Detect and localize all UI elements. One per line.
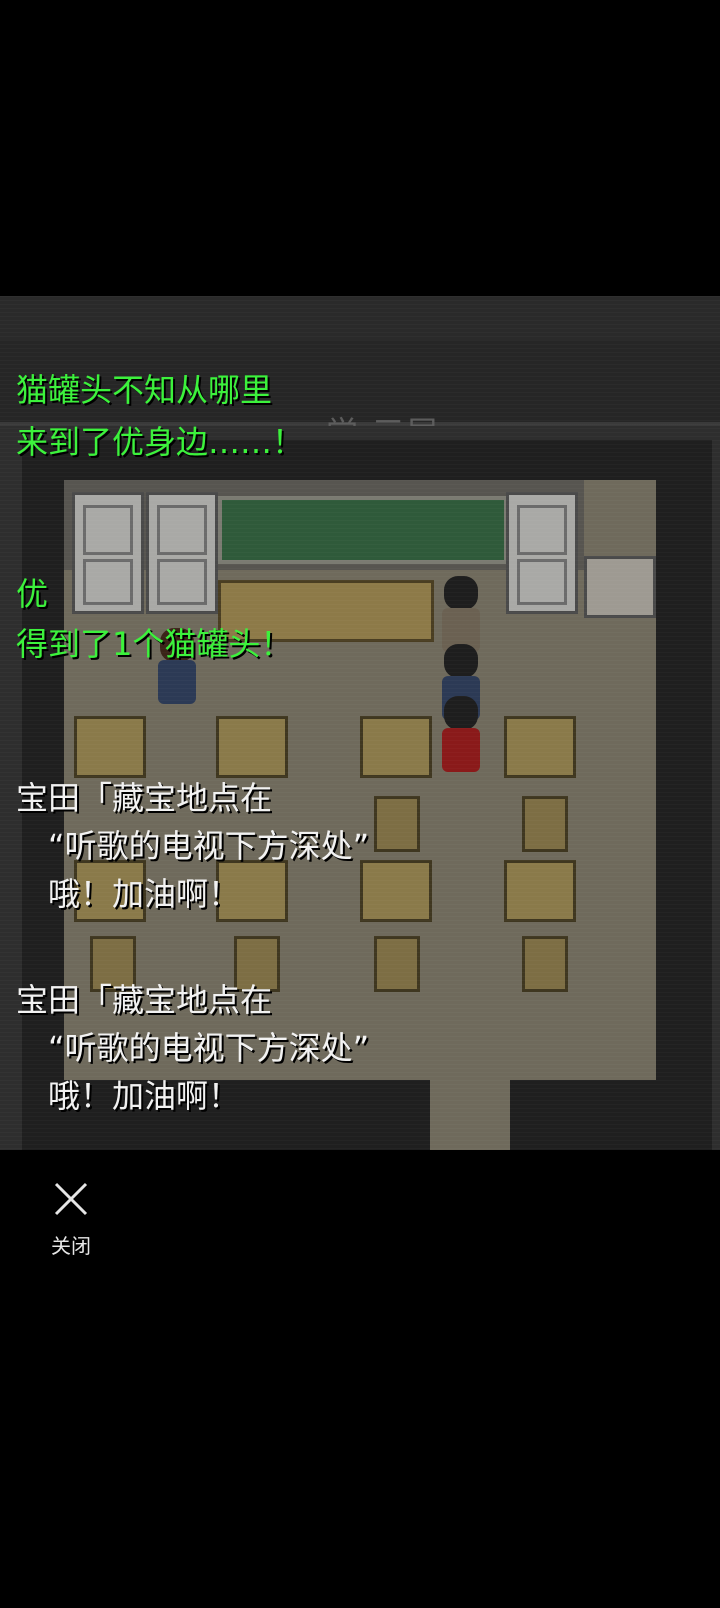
character-yu-player[interactable] <box>438 696 484 774</box>
message-line: 宝田「藏宝地点在 <box>16 779 273 817</box>
message-line: 得到了1个猫罐头！ <box>16 625 293 663</box>
message-line: 来到了优身边……！ <box>16 423 305 461</box>
corridor-exit <box>430 1080 510 1150</box>
character-takarada[interactable] <box>438 576 484 654</box>
character-head <box>444 696 478 730</box>
student-desk <box>74 716 146 778</box>
message-line: “听歌的电视下方深处” <box>16 1029 370 1067</box>
blackboard <box>218 496 508 564</box>
message-line: “听歌的电视下方深处” <box>16 827 370 865</box>
message-line: 哦！加油啊！ <box>16 875 241 913</box>
classroom-floor-right <box>576 552 656 1080</box>
message-line: 哦！加油啊！ <box>16 1077 241 1115</box>
message-line: 宝田「藏宝地点在 <box>16 981 273 1019</box>
close-icon <box>54 1182 88 1216</box>
student-desk <box>360 716 432 778</box>
message-line: 猫罐头不知从哪里 <box>16 371 273 409</box>
character-head <box>444 644 478 678</box>
chair <box>522 796 568 852</box>
chair <box>374 796 420 852</box>
close-label: 关闭 <box>51 1234 91 1258</box>
student-desk <box>504 716 576 778</box>
close-button[interactable]: 关闭 <box>36 1180 106 1266</box>
cabinet <box>72 492 144 614</box>
student-desk <box>360 860 432 922</box>
cabinet <box>506 492 578 614</box>
character-body <box>442 728 480 772</box>
chair <box>374 936 420 992</box>
cabinet <box>146 492 218 614</box>
character-body <box>158 660 196 704</box>
character-head <box>444 576 478 610</box>
chair <box>522 936 568 992</box>
student-desk <box>504 860 576 922</box>
student-desk <box>216 716 288 778</box>
screen-top-band <box>0 296 720 340</box>
message-line: 优 <box>16 575 49 613</box>
tv-cabinet <box>584 556 656 618</box>
